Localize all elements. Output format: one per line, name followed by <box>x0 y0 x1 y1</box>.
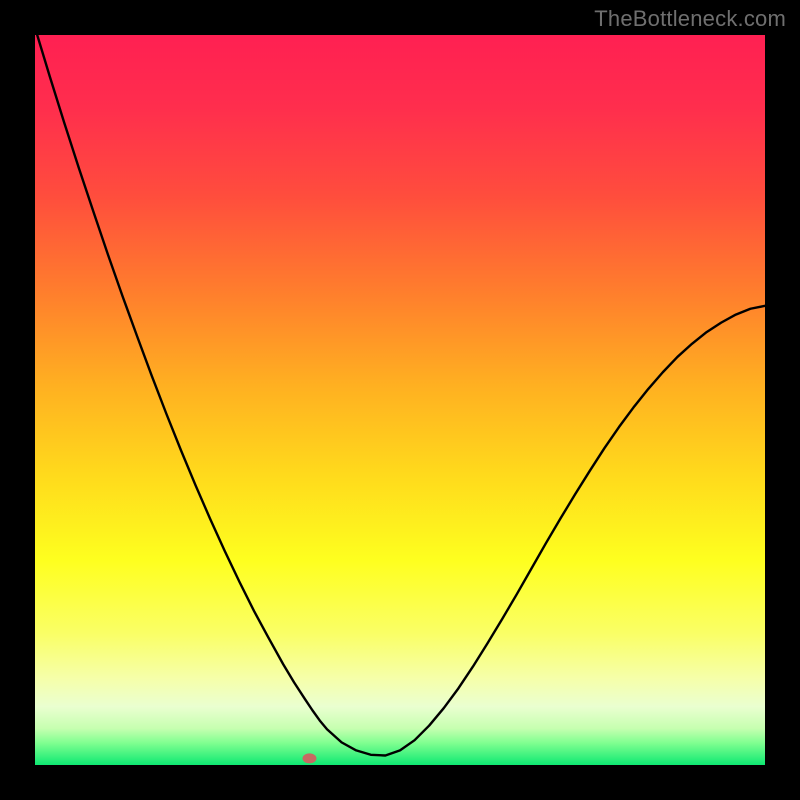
optimum-marker <box>302 753 316 763</box>
chart-frame: TheBottleneck.com <box>0 0 800 800</box>
bottleneck-curve <box>35 28 765 756</box>
plot-area <box>35 35 765 765</box>
curve-layer <box>35 35 765 765</box>
watermark-text: TheBottleneck.com <box>594 6 786 32</box>
